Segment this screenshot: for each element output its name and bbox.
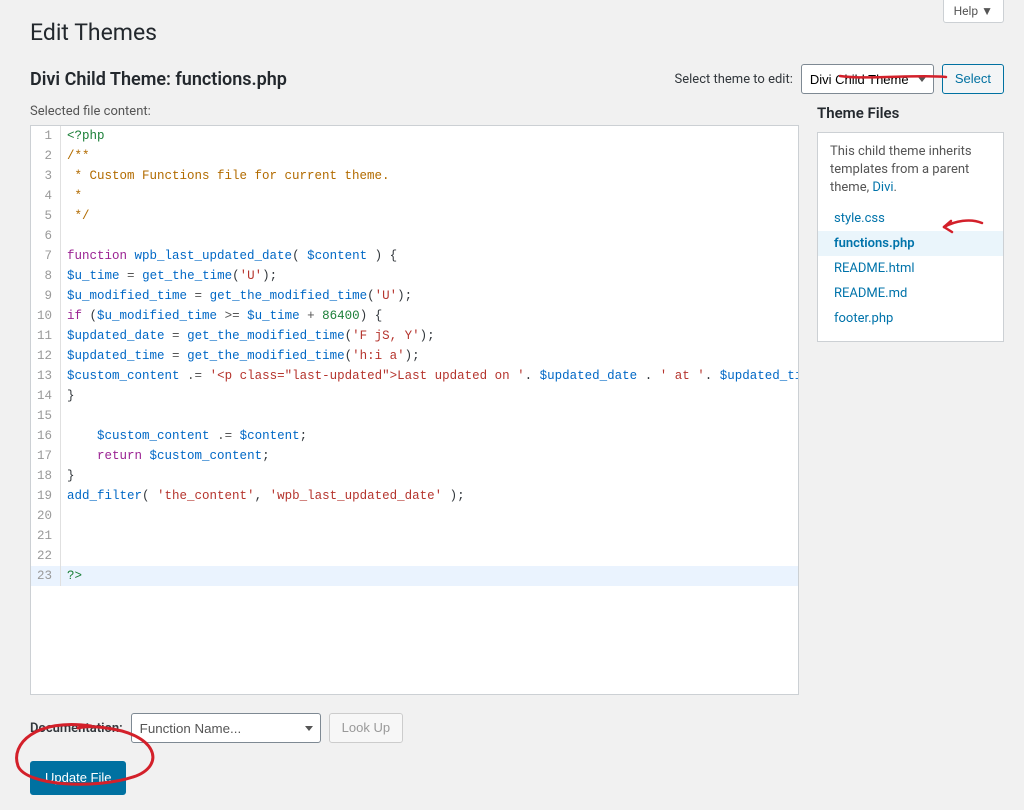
line-number: 9	[31, 286, 61, 306]
code-text[interactable]: add_filter( 'the_content', 'wpb_last_upd…	[61, 486, 798, 506]
code-text[interactable]: * Custom Functions file for current them…	[61, 166, 798, 186]
line-number: 6	[31, 226, 61, 246]
code-line[interactable]: 22	[31, 546, 798, 566]
selected-file-label: Selected file content:	[30, 104, 799, 119]
code-text[interactable]: return $custom_content;	[61, 446, 798, 466]
code-line[interactable]: 6	[31, 226, 798, 246]
code-line[interactable]: 12$updated_time = get_the_modified_time(…	[31, 346, 798, 366]
code-line[interactable]: 16 $custom_content .= $content;	[31, 426, 798, 446]
line-number: 7	[31, 246, 61, 266]
code-text[interactable]: /**	[61, 146, 798, 166]
code-line[interactable]: 3 * Custom Functions file for current th…	[31, 166, 798, 186]
line-number: 10	[31, 306, 61, 326]
code-text[interactable]: */	[61, 206, 798, 226]
code-line[interactable]: 9$u_modified_time = get_the_modified_tim…	[31, 286, 798, 306]
code-text[interactable]: <?php	[61, 126, 798, 146]
line-number: 11	[31, 326, 61, 346]
code-line[interactable]: 8$u_time = get_the_time('U');	[31, 266, 798, 286]
line-number: 5	[31, 206, 61, 226]
update-file-button[interactable]: Update File	[30, 761, 126, 795]
code-line[interactable]: 1<?php	[31, 126, 798, 146]
inherit-text: This child theme inherits templates from…	[830, 143, 991, 198]
line-number: 14	[31, 386, 61, 406]
line-number: 12	[31, 346, 61, 366]
code-text[interactable]: }	[61, 466, 798, 486]
line-number: 17	[31, 446, 61, 466]
line-number: 21	[31, 526, 61, 546]
code-text[interactable]: }	[61, 386, 798, 406]
line-number: 8	[31, 266, 61, 286]
code-text[interactable]	[61, 546, 798, 566]
theme-file-item[interactable]: README.html	[830, 256, 991, 281]
line-number: 19	[31, 486, 61, 506]
code-text[interactable]	[61, 506, 798, 526]
code-text[interactable]: $updated_time = get_the_modified_time('h…	[61, 346, 798, 366]
help-tab[interactable]: Help ▼	[943, 0, 1004, 23]
code-line[interactable]: 21	[31, 526, 798, 546]
code-line[interactable]: 7function wpb_last_updated_date( $conten…	[31, 246, 798, 266]
select-theme-label: Select theme to edit:	[675, 72, 793, 87]
lookup-button[interactable]: Look Up	[329, 713, 403, 743]
code-text[interactable]	[61, 406, 798, 426]
documentation-label: Documentation:	[30, 721, 123, 736]
code-text[interactable]: *	[61, 186, 798, 206]
code-line[interactable]: 17 return $custom_content;	[31, 446, 798, 466]
theme-select[interactable]: Divi Child Theme	[801, 64, 934, 94]
code-line[interactable]: 2/**	[31, 146, 798, 166]
page-title: Edit Themes	[30, 10, 1004, 50]
theme-file-item[interactable]: footer.php	[830, 306, 991, 331]
code-text[interactable]: $updated_date = get_the_modified_time('F…	[61, 326, 798, 346]
line-number: 23	[31, 566, 61, 586]
code-text[interactable]: $u_modified_time = get_the_modified_time…	[61, 286, 798, 306]
code-text[interactable]: ?>	[61, 566, 798, 586]
theme-file-item[interactable]: README.md	[830, 281, 991, 306]
code-line[interactable]: 15	[31, 406, 798, 426]
select-button[interactable]: Select	[942, 64, 1004, 94]
code-text[interactable]: $u_time = get_the_time('U');	[61, 266, 798, 286]
code-line[interactable]: 14}	[31, 386, 798, 406]
documentation-select[interactable]: Function Name...	[131, 713, 321, 743]
line-number: 3	[31, 166, 61, 186]
code-editor[interactable]: 1<?php2/**3 * Custom Functions file for …	[30, 125, 799, 695]
code-line[interactable]: 20	[31, 506, 798, 526]
code-line[interactable]: 5 */	[31, 206, 798, 226]
code-line[interactable]: 11$updated_date = get_the_modified_time(…	[31, 326, 798, 346]
theme-file-item[interactable]: style.css	[830, 206, 991, 231]
line-number: 15	[31, 406, 61, 426]
line-number: 16	[31, 426, 61, 446]
code-line[interactable]: 23?>	[31, 566, 798, 586]
code-text[interactable]: if ($u_modified_time >= $u_time + 86400)…	[61, 306, 798, 326]
line-number: 4	[31, 186, 61, 206]
line-number: 2	[31, 146, 61, 166]
code-text[interactable]: $custom_content .= '<p class="last-updat…	[61, 366, 799, 386]
line-number: 20	[31, 506, 61, 526]
file-title: Divi Child Theme: functions.php	[30, 69, 287, 90]
line-number: 1	[31, 126, 61, 146]
theme-file-item[interactable]: functions.php	[818, 231, 1003, 256]
code-line[interactable]: 18}	[31, 466, 798, 486]
code-text[interactable]	[61, 226, 798, 246]
code-text[interactable]: function wpb_last_updated_date( $content…	[61, 246, 798, 266]
code-line[interactable]: 13$custom_content .= '<p class="last-upd…	[31, 366, 798, 386]
line-number: 18	[31, 466, 61, 486]
theme-files-heading: Theme Files	[817, 104, 1004, 122]
parent-theme-link[interactable]: Divi	[872, 180, 893, 195]
code-line[interactable]: 10if ($u_modified_time >= $u_time + 8640…	[31, 306, 798, 326]
line-number: 13	[31, 366, 61, 386]
line-number: 22	[31, 546, 61, 566]
code-text[interactable]: $custom_content .= $content;	[61, 426, 798, 446]
code-line[interactable]: 19add_filter( 'the_content', 'wpb_last_u…	[31, 486, 798, 506]
code-text[interactable]	[61, 526, 798, 546]
code-line[interactable]: 4 *	[31, 186, 798, 206]
